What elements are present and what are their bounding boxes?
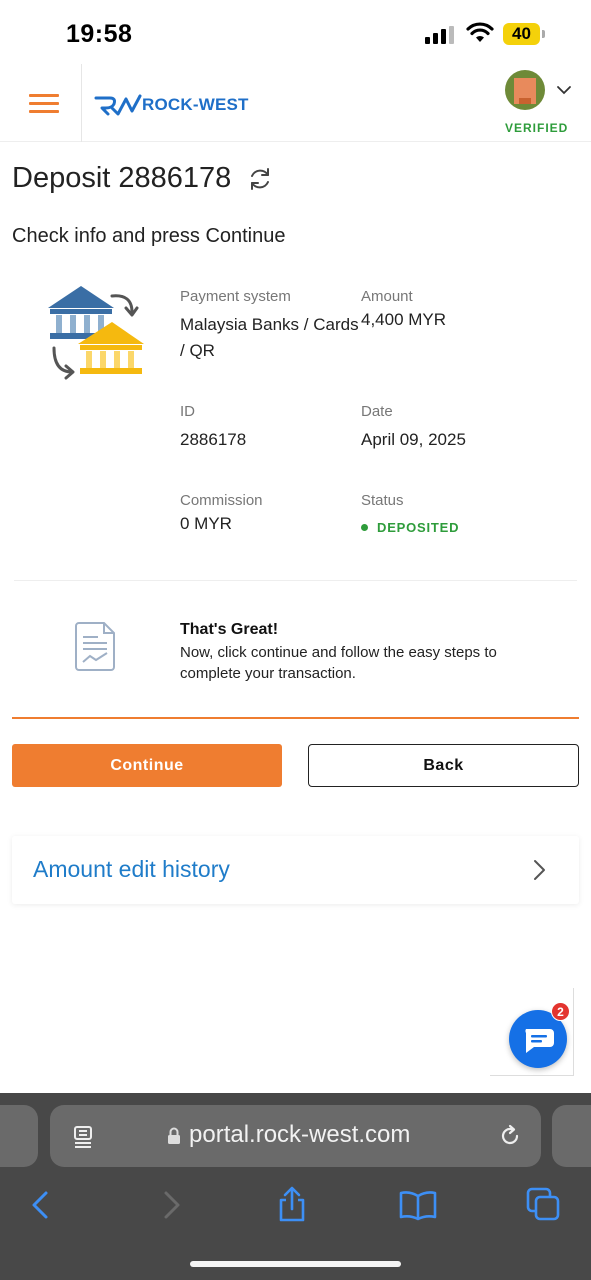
amount-edit-history-link[interactable]: Amount edit history [12,836,579,904]
id-label: ID [180,403,195,420]
chat-notification-badge: 2 [551,1002,570,1021]
brand-logo[interactable]: ROCK-WEST [94,92,249,118]
battery-indicator: 40 [503,23,545,45]
status-bar: 19:58 40 [0,0,591,64]
payment-system-value-cont: / QR [180,341,215,360]
verified-badge: VERIFIED [505,121,569,135]
chevron-down-icon[interactable] [556,84,572,96]
commission-value: 0 MYR [180,514,232,533]
refresh-icon[interactable] [247,166,273,192]
history-label: Amount edit history [33,856,230,882]
page-title: Deposit 2886178 [12,162,232,194]
browser-toolbar: portal.rock-west.com [0,1093,591,1280]
accent-divider [12,717,579,719]
lock-icon [168,1127,180,1144]
status-label: Status [361,492,404,509]
status-dot [361,524,368,531]
battery-tip [542,30,545,38]
continue-button[interactable]: Continue [12,744,282,787]
bank-transfer-icon [48,286,144,380]
logo-mark-icon [94,94,142,116]
date-value: April 09, 2025 [361,430,466,449]
app-header: ROCK-WEST VERIFIED [0,64,591,142]
page-subtitle: Check info and press Continue [12,225,286,247]
chevron-right-icon [534,860,545,880]
home-indicator [190,1261,401,1267]
divider [14,580,577,581]
amount-label: Amount [361,288,413,305]
reload-icon[interactable] [498,1124,522,1148]
status-time: 19:58 [66,20,133,48]
browser-nav-row [0,1179,591,1229]
logo-text: ROCK-WEST [142,95,249,114]
id-value: 2886178 [180,430,247,449]
document-icon [75,622,115,671]
avatar[interactable] [505,70,545,110]
back-button[interactable]: Back [308,744,579,787]
payment-system-label: Payment system [180,288,291,305]
share-icon[interactable] [272,1185,312,1225]
wifi-icon [466,22,494,42]
page-menu-icon[interactable] [72,1124,96,1148]
previous-tab-preview[interactable] [0,1105,38,1167]
battery-level: 40 [503,23,540,45]
url-text: portal.rock-west.com [189,1121,411,1148]
tabs-icon[interactable] [524,1185,564,1225]
bookmarks-icon[interactable] [398,1185,438,1225]
commission-label: Commission [180,492,263,509]
next-tab-preview[interactable] [552,1105,591,1167]
status-text: DEPOSITED [377,520,460,535]
status-badge: DEPOSITED [361,520,459,535]
back-icon[interactable] [22,1185,62,1225]
cellular-signal-icon [425,26,454,44]
notice-title: That's Great! [180,621,279,638]
amount-value: 4,400 MYR [361,310,447,329]
address-bar[interactable]: portal.rock-west.com [50,1105,541,1167]
notice-text: Now, click continue and follow the easy … [180,644,497,682]
page-title-row: Deposit 2886178 [12,162,273,195]
date-label: Date [361,403,393,420]
header-divider [81,64,82,142]
hamburger-icon[interactable] [29,94,59,114]
forward-icon[interactable] [150,1185,190,1225]
